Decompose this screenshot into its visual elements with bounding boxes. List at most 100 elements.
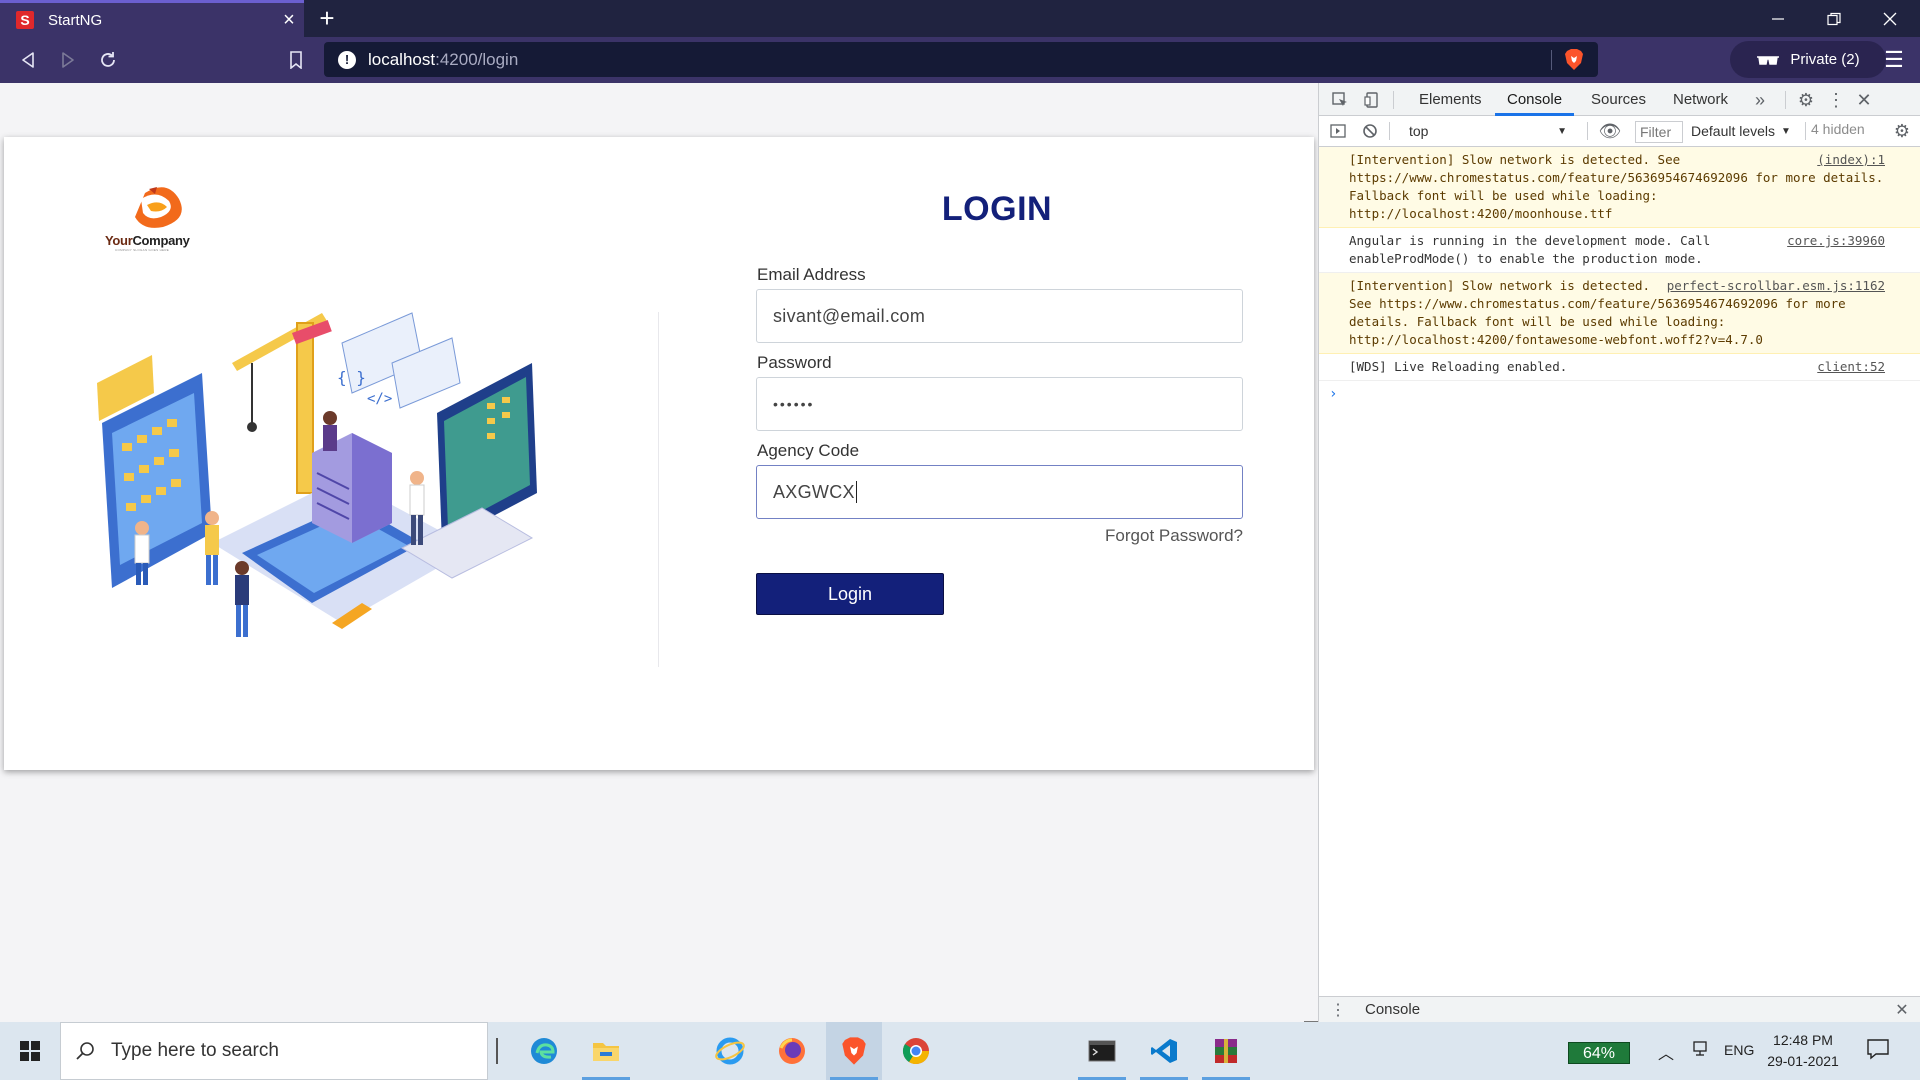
window-close-icon[interactable] <box>1862 0 1918 37</box>
address-bar[interactable]: ! localhost:4200/login <box>324 42 1598 77</box>
message-text: Angular is running in the development mo… <box>1349 233 1711 266</box>
message-source-link[interactable]: core.js:39960 <box>1787 232 1885 250</box>
bookmark-icon[interactable] <box>283 47 309 73</box>
edge-app-icon[interactable] <box>516 1022 572 1080</box>
context-select[interactable]: top ▼ <box>1405 120 1575 142</box>
sidebar-toggle-icon[interactable] <box>1327 120 1349 142</box>
message-source-link[interactable]: (index):1 <box>1817 151 1885 169</box>
close-drawer-icon[interactable]: ✕ <box>1891 999 1913 1021</box>
battery-meter[interactable]: 64% <box>1568 1042 1630 1064</box>
email-value: sivant@email.com <box>773 305 926 326</box>
tab-network[interactable]: Network <box>1673 83 1728 116</box>
logo-brand-your: Your <box>105 233 133 248</box>
live-expression-eye-icon[interactable]: 👁 <box>1599 120 1622 142</box>
internet-explorer-icon[interactable] <box>702 1022 758 1080</box>
tab-separator <box>1393 91 1394 109</box>
notifications-icon[interactable] <box>1866 1038 1890 1065</box>
console-filterbar: top ▼ 👁 Filter Default levels ▼ 4 hidden… <box>1319 116 1920 147</box>
windows-start-icon[interactable] <box>0 1022 60 1080</box>
private-window-button[interactable]: Private (2) <box>1730 41 1886 78</box>
console-settings-gear-icon[interactable]: ⚙ <box>1891 120 1913 142</box>
tab-sources[interactable]: Sources <box>1591 83 1646 116</box>
drawer-tab-console[interactable]: Console <box>1365 1001 1420 1018</box>
winrar-icon[interactable] <box>1198 1022 1254 1080</box>
back-icon[interactable] <box>15 47 41 73</box>
message-text: [Intervention] Slow network is detected.… <box>1349 152 1884 221</box>
clock-time: 12:48 PM <box>1773 1032 1833 1048</box>
message-source-link[interactable]: perfect-scrollbar.esm.js:1162 <box>1667 277 1885 295</box>
login-card: YourCompany COMPANY SLOGAN GOES HERE {}… <box>4 137 1314 770</box>
console-output: (index):1 [Intervention] Slow network is… <box>1319 147 1920 407</box>
network-icon[interactable] <box>1692 1040 1710 1063</box>
tray-chevron-up-icon[interactable]: ︿ <box>1658 1040 1674 1064</box>
tab-close-icon[interactable]: × <box>274 9 304 32</box>
levels-label: Default levels <box>1691 123 1776 139</box>
more-options-icon[interactable]: ⋮ <box>1825 89 1847 111</box>
vertical-divider <box>658 312 659 667</box>
logo-tagline: COMPANY SLOGAN GOES HERE <box>115 248 170 252</box>
tab-console[interactable]: Console <box>1495 83 1575 116</box>
page-viewport: YourCompany COMPANY SLOGAN GOES HERE {}… <box>0 83 1318 1029</box>
browser-tab[interactable]: S StartNG × <box>0 0 304 37</box>
devtools-panel: Elements Console Sources Network » ⚙ ⋮ ✕… <box>1318 83 1920 1022</box>
search-icon <box>76 1042 94 1060</box>
tab-separator-2 <box>1785 91 1786 109</box>
email-label: Email Address <box>757 265 866 284</box>
log-levels-dropdown[interactable]: Default levels ▼ <box>1691 120 1803 142</box>
chrome-icon[interactable] <box>888 1022 944 1080</box>
forward-icon[interactable] <box>55 47 81 73</box>
browser-menu-icon[interactable]: ☰ <box>1880 47 1908 73</box>
reload-icon[interactable] <box>95 47 121 73</box>
tab-elements[interactable]: Elements <box>1419 83 1482 116</box>
logo-brand-company: Company <box>132 233 190 248</box>
terminal-icon[interactable] <box>1074 1022 1130 1080</box>
levels-chevron-down-icon: ▼ <box>1781 125 1791 137</box>
vscode-icon[interactable] <box>1136 1022 1192 1080</box>
page-title: LOGIN <box>941 190 1053 228</box>
site-info-icon[interactable]: ! <box>338 50 356 69</box>
more-tabs-icon[interactable]: » <box>1749 89 1771 111</box>
new-tab-button[interactable]: + <box>312 4 342 34</box>
console-message: perfect-scrollbar.esm.js:1162 [Intervent… <box>1319 273 1920 354</box>
developers-illustration: { } </> <box>97 312 537 637</box>
taskbar-search-box[interactable]: Type here to search <box>60 1022 488 1080</box>
message-source-link[interactable]: client:52 <box>1817 358 1885 376</box>
task-view-icon[interactable] <box>496 1038 498 1064</box>
brave-shields-icon[interactable] <box>1564 48 1584 71</box>
console-message: (index):1 [Intervention] Slow network is… <box>1319 147 1920 228</box>
logo-mark-icon <box>135 187 182 228</box>
console-filter-input[interactable]: Filter <box>1635 121 1683 143</box>
settings-gear-icon[interactable]: ⚙ <box>1795 89 1817 111</box>
console-drawer: ⋮ Console ✕ <box>1319 996 1920 1022</box>
startng-favicon-icon: S <box>16 11 34 29</box>
clear-console-icon[interactable] <box>1359 120 1381 142</box>
filter-separator-2 <box>1587 122 1588 140</box>
devtools-tabbar: Elements Console Sources Network » ⚙ ⋮ ✕ <box>1319 83 1920 116</box>
urlbar-separator <box>1551 50 1552 70</box>
svg-text:</>: </> <box>367 391 392 407</box>
password-value: •••••• <box>773 396 815 412</box>
taskbar-clock[interactable]: 12:48 PM 29-01-2021 <box>1748 1030 1858 1072</box>
email-field[interactable]: sivant@email.com <box>756 289 1243 343</box>
close-devtools-icon[interactable]: ✕ <box>1853 89 1875 111</box>
console-message: client:52 [WDS] Live Reloading enabled. <box>1319 354 1920 381</box>
inspect-element-icon[interactable] <box>1329 89 1351 111</box>
minimize-icon[interactable] <box>1750 0 1806 37</box>
svg-text:{ }: { } <box>337 368 366 387</box>
context-value: top <box>1409 123 1429 139</box>
device-toolbar-icon[interactable] <box>1361 89 1383 111</box>
firefox-icon[interactable] <box>764 1022 820 1080</box>
agency-code-field[interactable]: AXGWCX <box>756 465 1243 519</box>
tab-title: StartNG <box>48 11 103 29</box>
private-glasses-icon <box>1757 55 1780 65</box>
file-explorer-icon[interactable] <box>578 1022 634 1080</box>
forgot-password-link[interactable]: Forgot Password? <box>984 526 1243 546</box>
console-prompt[interactable]: › <box>1319 381 1920 407</box>
filter-separator-3 <box>1805 122 1806 140</box>
logo-brand: YourCompany <box>105 233 190 248</box>
restore-icon[interactable] <box>1806 0 1862 37</box>
password-field[interactable]: •••••• <box>756 377 1243 431</box>
brave-browser-icon[interactable] <box>826 1022 882 1080</box>
login-button[interactable]: Login <box>756 573 944 615</box>
drawer-menu-icon[interactable]: ⋮ <box>1327 999 1349 1021</box>
